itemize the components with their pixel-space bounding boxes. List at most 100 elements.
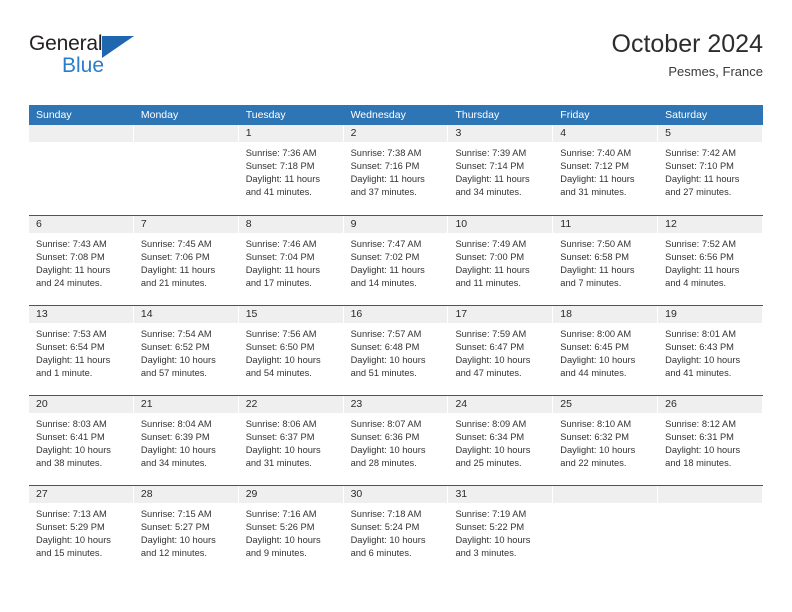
calendar-day-cell[interactable]: 18 Sunrise: 8:00 AM Sunset: 6:45 PM Dayligh… — [553, 306, 659, 395]
day-detail-line: Sunrise: 7:47 AM — [350, 239, 422, 249]
day-number: 21 — [140, 398, 153, 410]
day-details: Sunrise: 7:43 AM Sunset: 7:08 PM Daylight:… — [29, 233, 134, 290]
day-details: Sunrise: 7:46 AM Sunset: 7:04 PM Daylight:… — [239, 233, 344, 290]
day-detail-line: and 17 minutes. — [245, 277, 312, 288]
day-detail-line: Sunset: 7:16 PM — [350, 160, 420, 171]
day-details: Sunrise: 7:18 AM Sunset: 5:24 PM Daylight:… — [344, 503, 449, 560]
day-number-band — [658, 486, 764, 503]
day-number: 1 — [245, 127, 252, 139]
calendar-day-cell[interactable]: 3 Sunrise: 7:39 AM Sunset: 7:14 PM Daylight… — [448, 125, 554, 215]
day-detail-line: Sunset: 7:06 PM — [140, 251, 210, 262]
calendar-day-cell[interactable]: 22 Sunrise: 8:06 AM Sunset: 6:37 PM Dayligh… — [238, 396, 344, 485]
day-number-band: 17 — [448, 306, 554, 323]
day-number: 16 — [350, 308, 363, 320]
day-detail-line: and 7 minutes. — [560, 277, 622, 288]
calendar-day-cell[interactable]: 10 Sunrise: 7:49 AM Sunset: 7:00 PM Dayligh… — [448, 216, 554, 305]
day-details: Sunrise: 7:15 AM Sunset: 5:27 PM Daylight:… — [134, 503, 239, 560]
day-detail-line: Sunrise: 7:38 AM — [350, 148, 422, 158]
day-detail-line: Sunset: 6:52 PM — [140, 341, 210, 352]
title-block: October 2024 Pesmes, France — [612, 28, 764, 82]
day-detail-line: Sunrise: 8:09 AM — [455, 419, 527, 429]
calendar-day-cell[interactable]: 19 Sunrise: 8:01 AM Sunset: 6:43 PM Dayligh… — [658, 306, 764, 395]
calendar-day-cell[interactable]: 8 Sunrise: 7:46 AM Sunset: 7:04 PM Daylight… — [238, 216, 344, 305]
calendar-day-cell[interactable]: 25 Sunrise: 8:10 AM Sunset: 6:32 PM Dayligh… — [553, 396, 659, 485]
calendar-day-cell[interactable]: 9 Sunrise: 7:47 AM Sunset: 7:02 PM Daylight… — [343, 216, 449, 305]
calendar-day-cell[interactable]: 14 Sunrise: 7:54 AM Sunset: 6:52 PM Dayligh… — [133, 306, 239, 395]
calendar-day-cell[interactable]: 7 Sunrise: 7:45 AM Sunset: 7:06 PM Daylight… — [133, 216, 239, 305]
calendar-week-row: 1 Sunrise: 7:36 AM Sunset: 7:18 PM Daylight… — [29, 125, 764, 215]
day-number-band: 15 — [238, 306, 344, 323]
day-detail-line: Sunset: 6:50 PM — [245, 341, 315, 352]
day-number-band: 10 — [448, 216, 554, 233]
calendar-day-cell[interactable]: 20 Sunrise: 8:03 AM Sunset: 6:41 PM Dayligh… — [29, 396, 134, 485]
calendar-day-cell[interactable]: 29 Sunrise: 7:16 AM Sunset: 5:26 PM Dayligh… — [238, 486, 344, 575]
logo-triangle-icon — [102, 36, 134, 58]
day-detail-line: and 21 minutes. — [140, 277, 208, 288]
calendar-day-cell[interactable]: 16 Sunrise: 7:57 AM Sunset: 6:48 PM Dayligh… — [343, 306, 449, 395]
calendar-day-cell[interactable]: 11 Sunrise: 7:50 AM Sunset: 6:58 PM Dayligh… — [553, 216, 659, 305]
day-number: 19 — [665, 308, 677, 320]
day-detail-line: Sunset: 5:27 PM — [140, 521, 210, 532]
calendar-day-cell[interactable]: 15 Sunrise: 7:56 AM Sunset: 6:50 PM Dayligh… — [238, 306, 344, 395]
day-detail-line: Daylight: 10 hours — [245, 354, 321, 365]
day-detail-line: Daylight: 11 hours — [140, 264, 216, 275]
day-details: Sunrise: 7:40 AM Sunset: 7:12 PM Daylight:… — [553, 142, 658, 199]
day-number: 30 — [350, 488, 363, 500]
day-detail-line: Sunset: 6:37 PM — [245, 431, 315, 442]
day-number-band: 18 — [553, 306, 659, 323]
calendar-day-cell[interactable]: 26 Sunrise: 8:12 AM Sunset: 6:31 PM Dayligh… — [658, 396, 764, 485]
day-detail-line: Sunrise: 7:49 AM — [455, 239, 527, 249]
weekday-header-saturday: Saturday — [665, 109, 708, 121]
day-number-band: 11 — [553, 216, 659, 233]
calendar-day-cell[interactable]: 4 Sunrise: 7:40 AM Sunset: 7:12 PM Daylight… — [553, 125, 659, 215]
day-detail-line: Sunrise: 7:53 AM — [36, 329, 107, 339]
day-details: Sunrise: 7:53 AM Sunset: 6:54 PM Daylight:… — [29, 323, 134, 380]
calendar-day-cell[interactable]: 31 Sunrise: 7:19 AM Sunset: 5:22 PM Dayligh… — [448, 486, 554, 575]
calendar-day-cell[interactable]: 2 Sunrise: 7:38 AM Sunset: 7:16 PM Daylight… — [343, 125, 449, 215]
day-detail-line: Sunrise: 8:03 AM — [36, 419, 107, 429]
day-detail-line: Sunrise: 7:50 AM — [560, 239, 632, 249]
day-detail-line: and 18 minutes. — [665, 457, 732, 468]
day-number-band: 25 — [553, 396, 659, 413]
day-number-band: 28 — [133, 486, 239, 503]
day-number: 31 — [455, 488, 468, 500]
calendar-day-cell[interactable]: 24 Sunrise: 8:09 AM Sunset: 6:34 PM Dayligh… — [448, 396, 554, 485]
general-blue-logo[interactable]: General Blue — [29, 32, 149, 84]
day-details: Sunrise: 7:38 AM Sunset: 7:16 PM Daylight:… — [344, 142, 449, 199]
calendar-day-cell-empty — [29, 125, 134, 215]
weekday-header-tuesday: Tuesday — [245, 109, 286, 121]
calendar-day-cell[interactable]: 1 Sunrise: 7:36 AM Sunset: 7:18 PM Daylight… — [238, 125, 344, 215]
day-number: 14 — [140, 308, 153, 320]
day-detail-line: Sunset: 7:08 PM — [36, 251, 105, 262]
day-number-band: 19 — [658, 306, 764, 323]
day-detail-line: Sunset: 6:32 PM — [560, 431, 630, 442]
calendar-day-cell-empty — [658, 486, 764, 575]
calendar-day-cell[interactable]: 30 Sunrise: 7:18 AM Sunset: 5:24 PM Dayligh… — [343, 486, 449, 575]
day-detail-line: Sunrise: 7:13 AM — [36, 509, 107, 519]
day-detail-line: and 41 minutes. — [245, 186, 312, 197]
calendar-day-cell[interactable]: 23 Sunrise: 8:07 AM Sunset: 6:36 PM Dayligh… — [343, 396, 449, 485]
day-number-band: 8 — [238, 216, 344, 233]
day-detail-line: and 37 minutes. — [350, 186, 417, 197]
calendar-day-cell[interactable]: 6 Sunrise: 7:43 AM Sunset: 7:08 PM Daylight… — [29, 216, 134, 305]
day-detail-line: Sunrise: 7:39 AM — [455, 148, 527, 158]
logo-text-blue: Blue — [62, 54, 105, 77]
day-detail-line: Sunset: 7:02 PM — [350, 251, 420, 262]
calendar-day-cell[interactable]: 13 Sunrise: 7:53 AM Sunset: 6:54 PM Dayligh… — [29, 306, 134, 395]
day-number-band: 30 — [343, 486, 449, 503]
calendar-day-cell[interactable]: 17 Sunrise: 7:59 AM Sunset: 6:47 PM Dayligh… — [448, 306, 554, 395]
calendar-day-cell[interactable]: 21 Sunrise: 8:04 AM Sunset: 6:39 PM Dayligh… — [133, 396, 239, 485]
day-detail-line: Sunrise: 8:07 AM — [350, 419, 422, 429]
day-detail-line: Sunrise: 8:12 AM — [665, 419, 736, 429]
calendar-day-cell[interactable]: 28 Sunrise: 7:15 AM Sunset: 5:27 PM Dayligh… — [133, 486, 239, 575]
day-detail-line: Sunset: 6:43 PM — [665, 341, 734, 352]
calendar-day-cell[interactable]: 5 Sunrise: 7:42 AM Sunset: 7:10 PM Daylight… — [658, 125, 764, 215]
calendar-day-cell[interactable]: 27 Sunrise: 7:13 AM Sunset: 5:29 PM Dayligh… — [29, 486, 134, 575]
day-detail-line: and 14 minutes. — [350, 277, 417, 288]
day-details: Sunrise: 7:47 AM Sunset: 7:02 PM Daylight:… — [344, 233, 449, 290]
day-detail-line: Daylight: 11 hours — [245, 264, 320, 275]
day-detail-line: and 34 minutes. — [455, 186, 522, 197]
calendar-day-cell[interactable]: 12 Sunrise: 7:52 AM Sunset: 6:56 PM Dayligh… — [658, 216, 764, 305]
day-detail-line: and 57 minutes. — [140, 367, 208, 378]
day-details: Sunrise: 7:13 AM Sunset: 5:29 PM Daylight:… — [29, 503, 134, 560]
